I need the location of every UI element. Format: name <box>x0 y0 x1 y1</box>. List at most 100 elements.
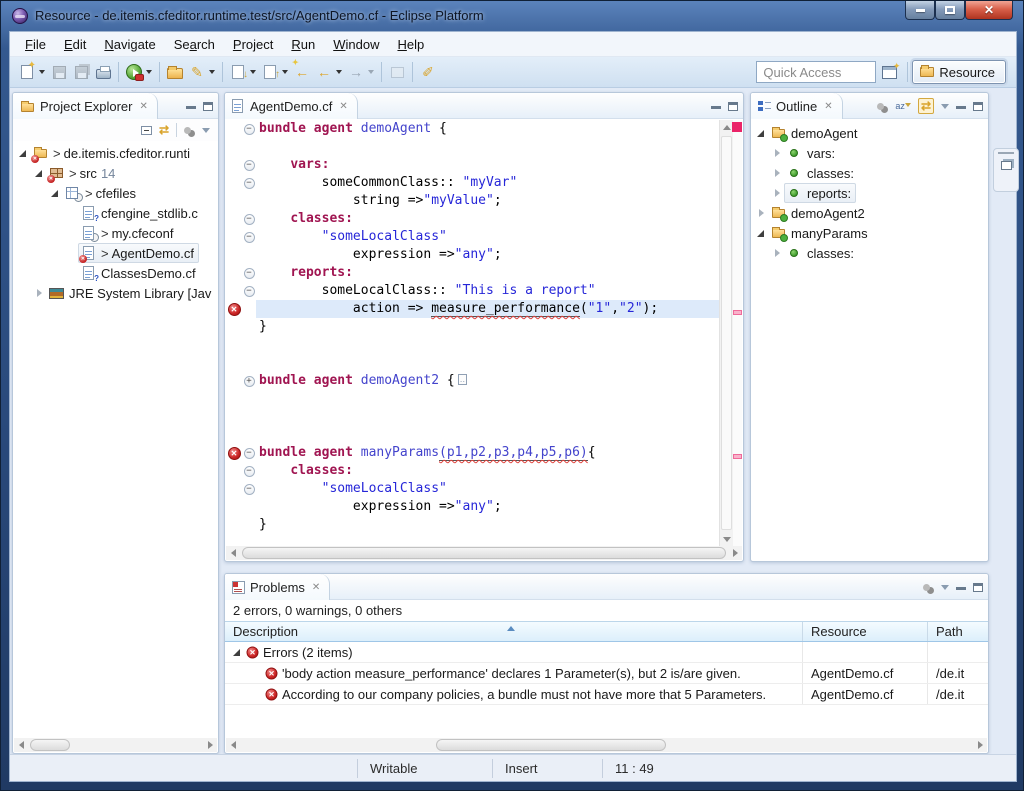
collapse-arrow-icon[interactable] <box>33 167 46 180</box>
code-line[interactable]: − classes: <box>226 462 719 480</box>
back-button[interactable]: ← <box>313 61 335 83</box>
code-line[interactable]: } <box>226 318 719 336</box>
focus-icon[interactable] <box>877 103 884 110</box>
menu-edit[interactable]: Edit <box>55 33 95 56</box>
print-button[interactable] <box>92 61 114 83</box>
sort-icon[interactable]: az <box>895 101 911 111</box>
save-button[interactable] <box>48 61 70 83</box>
link-with-editor-icon[interactable]: ⇄ <box>159 124 169 136</box>
project-tree-item-de-itemis-cfeditor-runti[interactable]: >de.itemis.cfeditor.runti <box>14 143 217 163</box>
scrollbar-thumb[interactable] <box>721 136 732 530</box>
project-tree-item-src[interactable]: >src14 <box>14 163 217 183</box>
view-menu-icon[interactable] <box>941 585 949 590</box>
project-tree-item-jre-system-library-jav[interactable]: JRE System Library [Jav <box>14 283 217 303</box>
code-line[interactable]: −bundle agent demoAgent { <box>226 120 719 138</box>
project-tree-item-agentdemo-cf[interactable]: >AgentDemo.cf <box>14 243 217 263</box>
project-tree-item-cfefiles[interactable]: >cfefiles <box>14 183 217 203</box>
code-line[interactable] <box>226 426 719 444</box>
code-line[interactable] <box>226 390 719 408</box>
project-explorer-tab[interactable]: Project Explorer ✕ <box>13 93 158 119</box>
expand-arrow-icon[interactable] <box>33 287 46 300</box>
scroll-left-icon[interactable] <box>231 741 236 749</box>
collapse-fold-icon[interactable]: − <box>244 286 255 297</box>
collapse-fold-icon[interactable]: − <box>244 466 255 477</box>
maximize-view-icon[interactable] <box>973 102 983 111</box>
editor-tab-agentdemo[interactable]: AgentDemo.cf ✕ <box>225 93 358 119</box>
code-line[interactable]: expression =>"any"; <box>226 498 719 516</box>
maximize-button[interactable] <box>935 1 965 20</box>
collapse-fold-icon[interactable]: − <box>244 178 255 189</box>
menu-window[interactable]: Window <box>324 33 388 56</box>
code-line[interactable]: − "someLocalClass" <box>226 480 719 498</box>
drag-handle-icon[interactable] <box>998 152 1014 155</box>
code-line[interactable]: − someLocalClass:: "This is a report" <box>226 282 719 300</box>
previous-annotation-button[interactable] <box>259 61 281 83</box>
error-marker-icon[interactable]: ✕ <box>228 303 241 316</box>
scrollbar-thumb[interactable] <box>436 739 666 751</box>
scrollbar-thumb[interactable] <box>242 547 726 559</box>
collapse-fold-icon[interactable]: − <box>244 448 255 459</box>
scroll-right-icon[interactable] <box>978 741 983 749</box>
open-perspective-icon[interactable] <box>882 66 897 79</box>
next-annotation-dropdown-icon[interactable] <box>250 70 256 74</box>
collapse-arrow-icon[interactable] <box>755 227 768 240</box>
scroll-right-icon[interactable] <box>208 741 213 749</box>
code-line[interactable] <box>226 354 719 372</box>
code-line[interactable]: − classes: <box>226 210 719 228</box>
menu-run[interactable]: Run <box>282 33 324 56</box>
focus-icon[interactable] <box>184 127 191 134</box>
maximize-view-icon[interactable] <box>203 102 213 111</box>
outline-tree-item-classes-[interactable]: classes: <box>752 243 987 263</box>
menu-help[interactable]: Help <box>388 33 433 56</box>
code-line[interactable]: } <box>226 516 719 534</box>
problem-row[interactable]: ✕According to our company policies, a bu… <box>225 684 988 705</box>
overview-ruler[interactable] <box>733 120 742 546</box>
editor-hscrollbar[interactable] <box>226 546 742 560</box>
code-line[interactable]: − reports: <box>226 264 719 282</box>
collapse-fold-icon[interactable]: − <box>244 484 255 495</box>
collapse-all-icon[interactable] <box>141 126 152 135</box>
close-tab-icon[interactable]: ✕ <box>312 582 320 593</box>
outline-tree-item-reports-[interactable]: reports: <box>752 183 987 203</box>
code-line[interactable] <box>226 138 719 156</box>
minimize-button[interactable] <box>905 1 935 20</box>
restore-view-icon[interactable] <box>1001 161 1012 170</box>
collapse-fold-icon[interactable]: − <box>244 232 255 243</box>
maximize-view-icon[interactable] <box>728 102 738 111</box>
menu-file[interactable]: File <box>16 33 55 56</box>
collapse-fold-icon[interactable]: − <box>244 214 255 225</box>
close-tab-icon[interactable]: ✕ <box>339 101 347 112</box>
next-annotation-button[interactable] <box>227 61 249 83</box>
project-tree-item-classesdemo-cf[interactable]: ClassesDemo.cf <box>14 263 217 283</box>
minimize-view-icon[interactable] <box>186 106 196 109</box>
maximize-view-icon[interactable] <box>973 583 983 592</box>
outline-tab[interactable]: Outline ✕ <box>751 93 843 119</box>
scroll-down-icon[interactable] <box>723 537 731 542</box>
resource-perspective-button[interactable]: Resource <box>912 60 1006 84</box>
expand-arrow-icon[interactable] <box>771 247 784 260</box>
column-header-resource[interactable]: Resource <box>803 622 928 641</box>
view-menu-icon[interactable] <box>202 128 210 133</box>
code-line[interactable]: − vars: <box>226 156 719 174</box>
run-dropdown-icon[interactable] <box>146 70 152 74</box>
project-explorer-hscrollbar[interactable] <box>14 738 217 752</box>
code-line[interactable]: − someCommonClass:: "myVar" <box>226 174 719 192</box>
new-wizard-button[interactable] <box>16 61 38 83</box>
expand-arrow-icon[interactable] <box>755 207 768 220</box>
menu-project[interactable]: Project <box>224 33 282 56</box>
code-line[interactable] <box>226 408 719 426</box>
collapse-fold-icon[interactable]: − <box>244 268 255 279</box>
outline-tree-item-manyparams[interactable]: manyParams <box>752 223 987 243</box>
problem-row[interactable]: ✕'body action measure_performance' decla… <box>225 663 988 684</box>
search-mark-button[interactable]: ✐ <box>417 61 439 83</box>
collapse-arrow-icon[interactable] <box>17 147 30 160</box>
scrollbar-thumb[interactable] <box>30 739 70 751</box>
problems-tab[interactable]: Problems ✕ <box>225 574 330 600</box>
code-line[interactable] <box>226 336 719 354</box>
close-tab-icon[interactable]: ✕ <box>139 101 147 112</box>
highlighter-button[interactable]: ✎ <box>186 61 208 83</box>
scroll-right-icon[interactable] <box>733 549 738 557</box>
menu-search[interactable]: Search <box>165 33 224 56</box>
code-line[interactable]: − "someLocalClass" <box>226 228 719 246</box>
expand-fold-icon[interactable]: + <box>244 376 255 387</box>
